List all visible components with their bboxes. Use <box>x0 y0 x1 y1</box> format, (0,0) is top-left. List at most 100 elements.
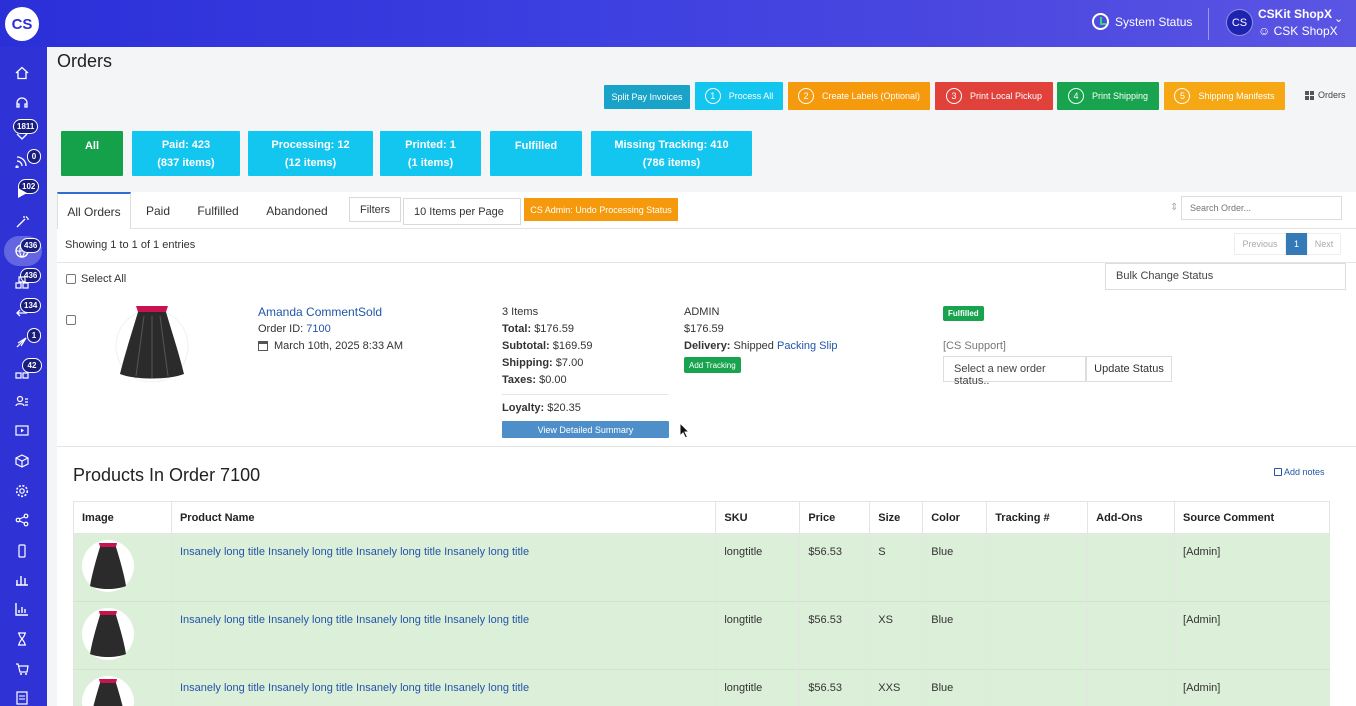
filter-fulfilled[interactable]: Fulfilled <box>490 131 582 176</box>
filter-count: (12 items) <box>284 156 337 169</box>
filters-button[interactable]: Filters <box>349 197 401 222</box>
bulk-change-status-select[interactable]: Bulk Change Status <box>1105 263 1346 290</box>
order-taxes: Taxes: $0.00 <box>502 374 567 386</box>
cart-icon[interactable] <box>12 659 32 679</box>
product-name-cell: Insanely long title Insanely long title … <box>170 533 716 602</box>
home-icon[interactable] <box>12 63 32 83</box>
tab-fulfilled[interactable]: Fulfilled <box>189 192 247 229</box>
pagination-next[interactable]: Next <box>1307 233 1341 255</box>
addons-cell <box>1087 533 1175 602</box>
box-icon[interactable] <box>12 451 32 471</box>
product-name-link[interactable]: Insanely long title Insanely long title … <box>180 546 529 558</box>
chevron-down-icon[interactable]: ⌄ <box>1334 12 1343 25</box>
undo-processing-button[interactable]: CS Admin: Undo Processing Status <box>524 198 678 221</box>
print-local-pickup-button[interactable]: 3 Print Local Pickup <box>935 82 1053 110</box>
mobile-icon[interactable] <box>12 541 32 561</box>
add-notes-label: Add notes <box>1284 467 1325 477</box>
product-thumbnail[interactable] <box>82 540 134 592</box>
order-total: Total: $176.59 <box>502 323 574 335</box>
step-number: 5 <box>1174 88 1191 104</box>
filter-printed[interactable]: Printed: 1 (1 items) <box>380 131 481 176</box>
addons-cell <box>1087 669 1175 706</box>
pagination-page-1[interactable]: 1 <box>1286 233 1307 255</box>
filter-paid[interactable]: Paid: 423 (837 items) <box>132 131 240 176</box>
product-thumbnail[interactable] <box>82 676 134 706</box>
app-logo[interactable]: CS <box>5 7 39 41</box>
source-comment-cell: [Admin] <box>1174 669 1330 706</box>
play-icon[interactable] <box>12 183 32 203</box>
grid-icon <box>1305 90 1314 100</box>
user-name[interactable]: CSKit ShopX <box>1258 7 1332 21</box>
filter-missing-tracking[interactable]: Missing Tracking: 410 (786 items) <box>591 131 752 176</box>
tab-abandoned[interactable]: Abandoned <box>257 192 337 229</box>
sidebar: 1811 0 102 436 436 134 1 42 <box>0 47 47 706</box>
items-per-page-select[interactable]: 10 Items per Page <box>403 198 521 225</box>
rss-icon[interactable] <box>12 151 32 171</box>
create-labels-button[interactable]: 2 Create Labels (Optional) <box>788 82 930 110</box>
source-comment-cell: [Admin] <box>1174 601 1330 670</box>
subtotal-value: $169.59 <box>552 340 593 352</box>
admin-amount: $176.59 <box>684 323 724 335</box>
split-pay-invoices-button[interactable]: Split Pay Invoices <box>604 85 690 109</box>
gear-icon[interactable] <box>12 481 32 501</box>
add-tracking-button[interactable]: Add Tracking <box>684 357 741 373</box>
sort-icon[interactable]: ⇕ <box>1170 202 1178 213</box>
order-status-select[interactable]: Select a new order status.. <box>943 356 1086 387</box>
boxes-icon[interactable] <box>12 272 32 292</box>
filter-label: All <box>84 140 100 152</box>
color-cell: Blue <box>922 669 987 706</box>
filter-count: (837 items) <box>157 156 215 169</box>
product-name-link[interactable]: Insanely long title Insanely long title … <box>180 682 529 694</box>
table-header-row: Image Product Name SKU Price Size Color … <box>73 501 1330 534</box>
products-card: Products In Order 7100 Add notes Image P… <box>57 446 1356 706</box>
order-checkbox[interactable] <box>66 315 76 325</box>
magic-wand-icon[interactable] <box>12 212 32 232</box>
bar-chart-icon[interactable] <box>12 569 32 589</box>
step-number: 4 <box>1067 88 1084 104</box>
column-header: Source Comment <box>1174 501 1330 534</box>
hourglass-icon[interactable] <box>12 629 32 649</box>
store-name[interactable]: ☺ CSK ShopX <box>1258 24 1338 38</box>
return-arrow-icon[interactable] <box>12 303 32 323</box>
shipping-manifests-button[interactable]: 5 Shipping Manifests <box>1164 82 1285 110</box>
print-shipping-button[interactable]: 4 Print Shipping <box>1057 82 1159 110</box>
products-section: Products In Order 7100 Add notes Image P… <box>57 446 1356 706</box>
size-cell: XS <box>869 601 923 670</box>
filter-processing[interactable]: Processing: 12 (12 items) <box>248 131 373 176</box>
orders-breadcrumb-link[interactable]: Orders <box>1305 90 1346 100</box>
delivery-status: Shipped <box>733 340 774 352</box>
add-notes-link[interactable]: Add notes <box>1274 467 1325 477</box>
divider <box>1208 8 1209 40</box>
tab-all-orders[interactable]: All Orders <box>57 192 131 229</box>
product-image[interactable] <box>114 302 190 382</box>
customers-list-icon[interactable] <box>12 391 32 411</box>
store-name-label: CSK ShopX <box>1273 24 1338 38</box>
customer-name-link[interactable]: Amanda CommentSold <box>258 305 382 319</box>
select-all-checkbox[interactable] <box>66 274 76 284</box>
process-all-button[interactable]: 1 Process All <box>695 82 783 110</box>
search-order-input[interactable] <box>1181 196 1342 220</box>
chevron-icon[interactable] <box>12 125 32 145</box>
product-thumbnail[interactable] <box>82 608 134 660</box>
system-status-link[interactable]: System Status <box>1092 13 1192 30</box>
document-icon[interactable] <box>12 688 32 706</box>
user-avatar[interactable]: CS <box>1226 9 1253 36</box>
rocket-icon[interactable] <box>12 332 32 352</box>
headset-icon[interactable] <box>12 93 32 113</box>
analytics-icon[interactable] <box>12 599 32 619</box>
status-badge: Fulfilled <box>943 306 984 321</box>
filter-all[interactable]: All <box>61 131 123 176</box>
order-id-label: Order ID: <box>258 323 304 335</box>
packing-slip-link[interactable]: Packing Slip <box>777 340 838 352</box>
video-icon[interactable] <box>12 421 32 441</box>
tab-paid[interactable]: Paid <box>135 192 181 229</box>
pagination-previous[interactable]: Previous <box>1234 233 1286 255</box>
product-name-link[interactable]: Insanely long title Insanely long title … <box>180 614 529 626</box>
step-number: 1 <box>704 88 721 104</box>
order-id-link[interactable]: 7100 <box>306 323 330 335</box>
update-status-button[interactable]: Update Status <box>1086 356 1172 382</box>
boxes-stack-icon[interactable] <box>12 362 32 382</box>
orders-link-label: Orders <box>1318 90 1346 100</box>
view-detailed-summary-button[interactable]: View Detailed Summary <box>502 421 669 438</box>
share-icon[interactable] <box>12 510 32 530</box>
